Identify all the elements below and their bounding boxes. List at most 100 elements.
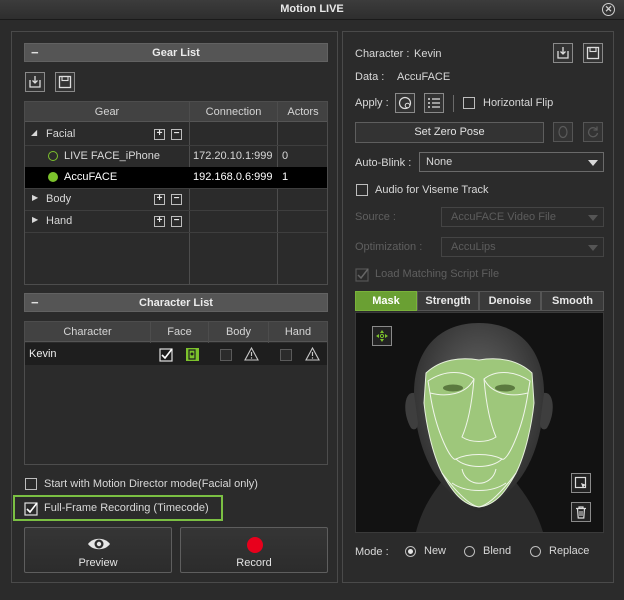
remove-icon[interactable]: − <box>171 216 182 227</box>
column-character: Character <box>63 326 112 338</box>
import-icon <box>29 76 41 88</box>
horizontal-flip-checkbox[interactable] <box>463 97 475 109</box>
horizontal-flip-label: Horizontal Flip <box>483 97 554 109</box>
add-icon[interactable]: + <box>154 194 165 205</box>
mode-new-radio[interactable] <box>405 546 416 557</box>
source-value: AccuFACE Video File <box>451 211 556 223</box>
group-label: Hand <box>46 215 73 227</box>
character-list-title: Character List <box>139 297 213 309</box>
optimization-dropdown[interactable]: AccuLips <box>441 237 604 257</box>
save-button[interactable] <box>583 43 603 63</box>
face-settings-icon <box>398 96 412 110</box>
set-zero-pose-button[interactable]: Set Zero Pose <box>355 122 544 143</box>
close-icon[interactable]: ✕ <box>602 3 615 16</box>
status-idle-icon <box>48 151 58 161</box>
face-capture-button[interactable] <box>553 122 573 142</box>
preview-button[interactable]: Preview <box>24 527 172 573</box>
character-name: Kevin <box>29 348 57 360</box>
column-body: Body <box>225 326 252 338</box>
apply-label: Apply : <box>355 97 389 109</box>
audio-viseme-checkbox[interactable] <box>356 184 368 196</box>
column-actors: Actors <box>287 106 319 118</box>
character-value: Kevin <box>414 48 442 60</box>
load-script-label: Load Matching Script File <box>375 268 500 280</box>
delete-button[interactable] <box>571 502 591 522</box>
face-preview-image <box>405 323 553 532</box>
gear-group-facial[interactable]: ◢ Facial + − <box>25 124 327 145</box>
gear-list-header[interactable]: − Gear List <box>24 43 328 62</box>
select-cursor-icon <box>574 476 587 489</box>
column-gear: Gear <box>94 106 120 118</box>
mask-settings-button[interactable] <box>372 326 392 346</box>
character-table: Character Face Body Hand Kevin <box>24 321 328 465</box>
full-frame-label: Full-Frame Recording (Timecode) <box>44 502 209 514</box>
refresh-button[interactable] <box>583 122 603 142</box>
table-row[interactable]: Kevin <box>25 343 327 365</box>
save-icon <box>58 75 72 89</box>
separator <box>453 95 454 112</box>
gear-table: Gear Connection Actors ◢ Facial + − LIVE… <box>24 101 328 285</box>
chevron-down-icon <box>588 245 598 251</box>
mode-replace-radio[interactable] <box>530 546 541 557</box>
auto-blink-dropdown[interactable]: None <box>419 152 604 172</box>
warning-icon <box>244 347 259 361</box>
title-bar: Motion LIVE ✕ <box>0 0 624 20</box>
gear-group-body[interactable]: ▶ Body + − <box>25 189 327 210</box>
tab-mask[interactable]: Mask <box>355 291 417 311</box>
body-checkbox[interactable] <box>220 349 232 361</box>
mode-blend-radio[interactable] <box>464 546 475 557</box>
table-row[interactable]: LIVE FACE_iPhone 172.20.10.1:999 0 <box>25 146 327 167</box>
apply-expression-button[interactable] <box>395 93 415 113</box>
select-region-button[interactable] <box>571 473 591 493</box>
device-connection: 172.20.10.1:999 <box>193 150 273 162</box>
auto-blink-label: Auto-Blink : <box>355 157 412 169</box>
character-label: Character : <box>355 48 410 60</box>
collapsed-arrow-icon[interactable]: ▶ <box>32 193 38 202</box>
status-active-icon <box>48 172 58 182</box>
chevron-down-icon <box>588 160 598 166</box>
load-script-checkbox[interactable] <box>355 267 370 282</box>
audio-viseme-label: Audio for Viseme Track <box>375 184 489 196</box>
trash-icon <box>576 506 586 519</box>
hand-checkbox[interactable] <box>280 349 292 361</box>
remove-icon[interactable]: − <box>171 194 182 205</box>
face-mask-viewport[interactable] <box>355 312 604 533</box>
import-button[interactable] <box>553 43 573 63</box>
remove-icon[interactable]: − <box>171 129 182 140</box>
add-icon[interactable]: + <box>154 216 165 227</box>
tab-smooth[interactable]: Smooth <box>541 291 604 311</box>
collapsed-arrow-icon[interactable]: ▶ <box>32 215 38 224</box>
source-dropdown[interactable]: AccuFACE Video File <box>441 207 604 227</box>
data-label: Data : <box>355 71 385 83</box>
apply-list-button[interactable] <box>424 93 444 113</box>
device-name: LIVE FACE_iPhone <box>64 150 161 162</box>
motion-director-checkbox[interactable] <box>25 478 37 490</box>
add-icon[interactable]: + <box>154 129 165 140</box>
full-frame-checkbox[interactable] <box>24 501 39 516</box>
table-row-selected[interactable]: AccuFACE 192.168.0.6:999 1 <box>25 167 327 188</box>
tab-strength[interactable]: Strength <box>417 291 479 311</box>
group-label: Facial <box>46 128 76 140</box>
device-name: AccuFACE <box>64 171 118 183</box>
device-actors: 1 <box>282 171 289 183</box>
mode-new-label: New <box>424 545 447 557</box>
character-list-header[interactable]: − Character List <box>24 293 328 312</box>
tab-denoise[interactable]: Denoise <box>479 291 541 311</box>
record-button[interactable]: Record <box>180 527 328 573</box>
face-checkbox-icon[interactable] <box>159 347 174 362</box>
optimization-label: Optimization : <box>355 241 423 253</box>
chevron-down-icon <box>588 215 598 221</box>
record-icon <box>247 537 263 553</box>
mask-transform-icon <box>376 330 388 342</box>
window-title: Motion LIVE <box>280 3 344 15</box>
expanded-arrow-icon[interactable]: ◢ <box>31 128 37 137</box>
gear-group-hand[interactable]: ▶ Hand + − <box>25 211 327 232</box>
refresh-icon <box>587 126 599 138</box>
import-icon <box>557 47 569 59</box>
face-device-icon[interactable] <box>185 347 200 362</box>
column-face: Face <box>167 326 192 338</box>
save-gear-button[interactable] <box>55 72 75 92</box>
mode-blend-label: Blend <box>483 545 512 557</box>
mode-replace-label: Replace <box>549 545 590 557</box>
import-gear-button[interactable] <box>25 72 45 92</box>
